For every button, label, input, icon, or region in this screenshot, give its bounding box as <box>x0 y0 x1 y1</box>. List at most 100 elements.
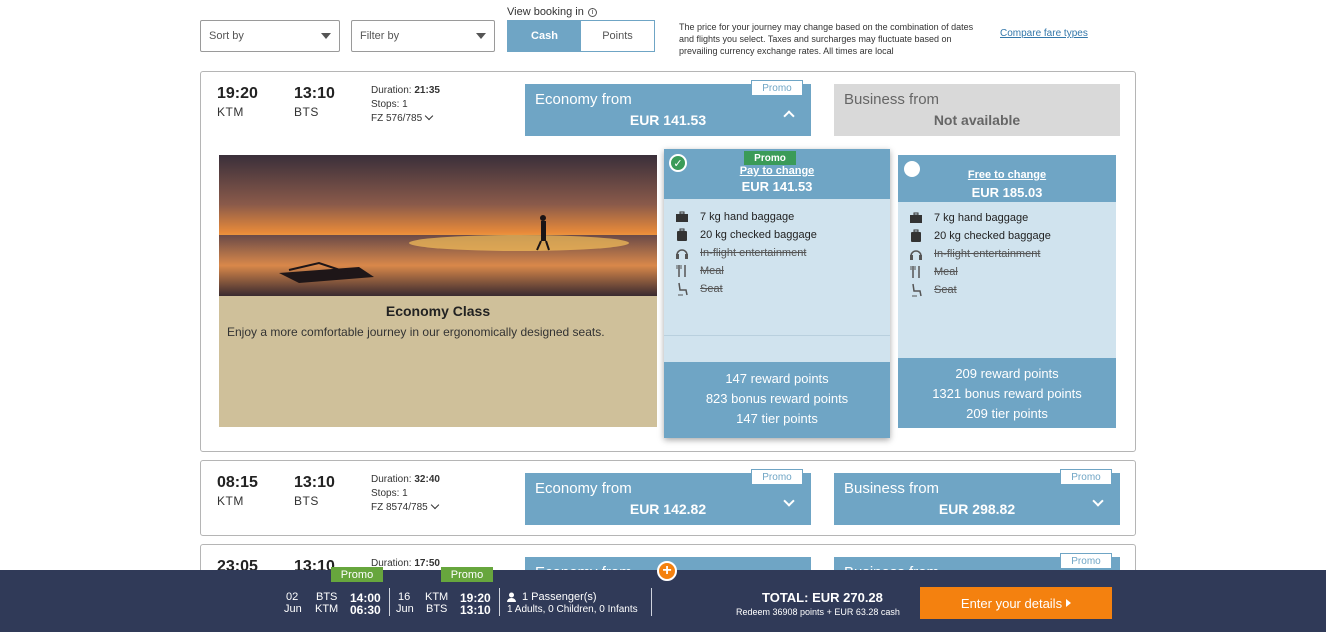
suitcase-icon <box>674 228 690 242</box>
enter-details-button[interactable]: Enter your details <box>920 587 1112 619</box>
divider <box>651 588 652 616</box>
redeem-info: Redeem 36908 points + EUR 63.28 cash <box>736 607 900 617</box>
promo-badge: Promo <box>1060 469 1112 485</box>
feature-meal: Meal <box>908 265 958 279</box>
flight-meta: Duration: 32:40 Stops: 1 FZ 8574/785 <box>371 473 440 515</box>
passenger-detail: 1 Adults, 0 Children, 0 Infants <box>507 604 638 615</box>
radio-button[interactable] <box>904 161 920 177</box>
view-booking-label: View booking in i <box>507 6 597 18</box>
cash-toggle[interactable]: Cash <box>508 21 581 51</box>
feature-seat: Seat <box>674 282 723 296</box>
option-price: EUR 141.53 <box>741 179 813 194</box>
business-fare-button[interactable]: Promo Business from EUR 298.82 <box>834 469 1120 525</box>
fare-price: EUR 141.53 <box>629 112 707 128</box>
promo-badge: Promo <box>441 567 493 582</box>
class-description: Enjoy a more comfortable journey in our … <box>227 325 605 339</box>
filter-dropdown[interactable]: Filter by <box>351 20 495 52</box>
total-price: TOTAL: EUR 270.28 <box>762 590 883 605</box>
flight-card: 08:15 KTM 13:10 BTS Duration: 32:40 Stop… <box>200 460 1136 536</box>
stops: Stops: 1 <box>371 99 408 110</box>
leg1-to: KTM <box>315 603 339 615</box>
leg2-arrival: 13:10 <box>460 603 491 617</box>
promo-badge: Promo <box>751 469 803 485</box>
duration: Duration: 32:40 <box>371 474 440 485</box>
duration: Duration: 21:35 <box>371 85 440 96</box>
fare-label: Business from <box>844 480 940 497</box>
feature-checked-baggage: 20 kg checked baggage <box>674 228 817 242</box>
flight-number[interactable]: FZ 8574/785 <box>371 500 440 515</box>
fare-label: Economy from <box>535 480 632 497</box>
fare-price: Not available <box>933 112 1021 128</box>
flight-number[interactable]: FZ 576/785 <box>371 111 440 126</box>
divider <box>499 588 500 616</box>
points-summary: 147 reward points 823 bonus reward point… <box>664 362 890 438</box>
divider <box>389 588 390 616</box>
leg1-month: Jun <box>284 603 302 615</box>
info-icon[interactable]: i <box>587 7 597 17</box>
tier-points: 147 tier points <box>736 411 818 426</box>
change-link[interactable]: Pay to change <box>664 165 890 177</box>
option-header: Free to change EUR 185.03 <box>898 155 1116 202</box>
change-link[interactable]: Free to change <box>898 169 1116 181</box>
sort-dropdown[interactable]: Sort by <box>200 20 340 52</box>
fare-label: Business from <box>844 91 940 108</box>
reward-points: 209 reward points <box>955 366 1059 381</box>
class-title: Economy Class <box>385 303 491 319</box>
economy-class-panel: Economy Class Enjoy a more comfortable j… <box>219 155 657 427</box>
business-fare-button: Business from Not available <box>834 84 1120 136</box>
reward-points: 147 reward points <box>725 371 829 386</box>
arrive-time: 13:10 <box>294 85 335 102</box>
economy-fare-button[interactable]: Promo Economy from EUR 141.53 <box>525 80 811 136</box>
passenger-count[interactable]: 1 Passenger(s) <box>507 591 597 603</box>
divider <box>664 335 890 336</box>
fare-label: Economy from <box>535 91 632 108</box>
price-disclaimer: The price for your journey may change ba… <box>679 22 974 56</box>
depart-airport: KTM <box>217 494 244 508</box>
fare-option-free-to-change[interactable]: Free to change EUR 185.03 7 kg hand bagg… <box>898 155 1116 428</box>
chevron-down-icon <box>321 33 331 39</box>
filter-label: Filter by <box>360 30 400 42</box>
points-toggle[interactable]: Points <box>581 21 654 51</box>
bonus-points: 823 bonus reward points <box>705 391 849 406</box>
depart-time: 19:20 <box>217 85 258 102</box>
add-icon[interactable]: + <box>657 561 677 581</box>
check-icon: ✓ <box>669 154 687 172</box>
points-summary: 209 reward points 1321 bonus reward poin… <box>898 358 1116 428</box>
arrow-right-icon <box>1066 599 1072 607</box>
leg1-from: BTS <box>316 591 338 603</box>
seat-icon <box>674 282 690 296</box>
fare-price: EUR 298.82 <box>938 501 1016 517</box>
chevron-down-icon <box>476 33 486 39</box>
fare-price: EUR 142.82 <box>629 501 707 517</box>
feature-meal: Meal <box>674 264 724 278</box>
briefcase-icon <box>674 210 690 224</box>
feature-entertainment: In-flight entertainment <box>674 246 806 260</box>
compare-fare-types-link[interactable]: Compare fare types <box>1000 28 1088 39</box>
promo-badge: Promo <box>751 80 803 96</box>
leg2-from: KTM <box>425 591 449 603</box>
cutlery-icon <box>908 265 924 279</box>
leg2-month: Jun <box>396 603 414 615</box>
flight-card: 19:20 KTM 13:10 BTS Duration: 21:35 Stop… <box>200 71 1136 452</box>
feature-hand-baggage: 7 kg hand baggage <box>674 210 794 224</box>
promo-badge: Promo <box>744 151 796 165</box>
feature-seat: Seat <box>908 283 957 297</box>
option-price: EUR 185.03 <box>971 185 1043 200</box>
cutlery-icon <box>674 264 690 278</box>
headphones-icon <box>908 247 924 261</box>
headphones-icon <box>674 246 690 260</box>
leg1-arrival: 06:30 <box>350 603 381 617</box>
suitcase-icon <box>908 229 924 243</box>
flight-meta: Duration: 21:35 Stops: 1 FZ 576/785 <box>371 84 440 126</box>
fare-option-pay-to-change[interactable]: Pay to change EUR 141.53 ✓ Promo 7 kg ha… <box>664 149 890 438</box>
arrive-time: 13:10 <box>294 474 335 491</box>
feature-entertainment: In-flight entertainment <box>908 247 1040 261</box>
person-icon <box>507 592 516 602</box>
leg2-to: BTS <box>426 603 448 615</box>
leg2-day: 16 <box>398 591 411 603</box>
promo-badge: Promo <box>1060 553 1112 569</box>
beach-sunset-image <box>219 155 657 296</box>
economy-fare-button[interactable]: Promo Economy from EUR 142.82 <box>525 469 811 525</box>
arrive-airport: BTS <box>294 494 319 508</box>
feature-checked-baggage: 20 kg checked baggage <box>908 229 1051 243</box>
